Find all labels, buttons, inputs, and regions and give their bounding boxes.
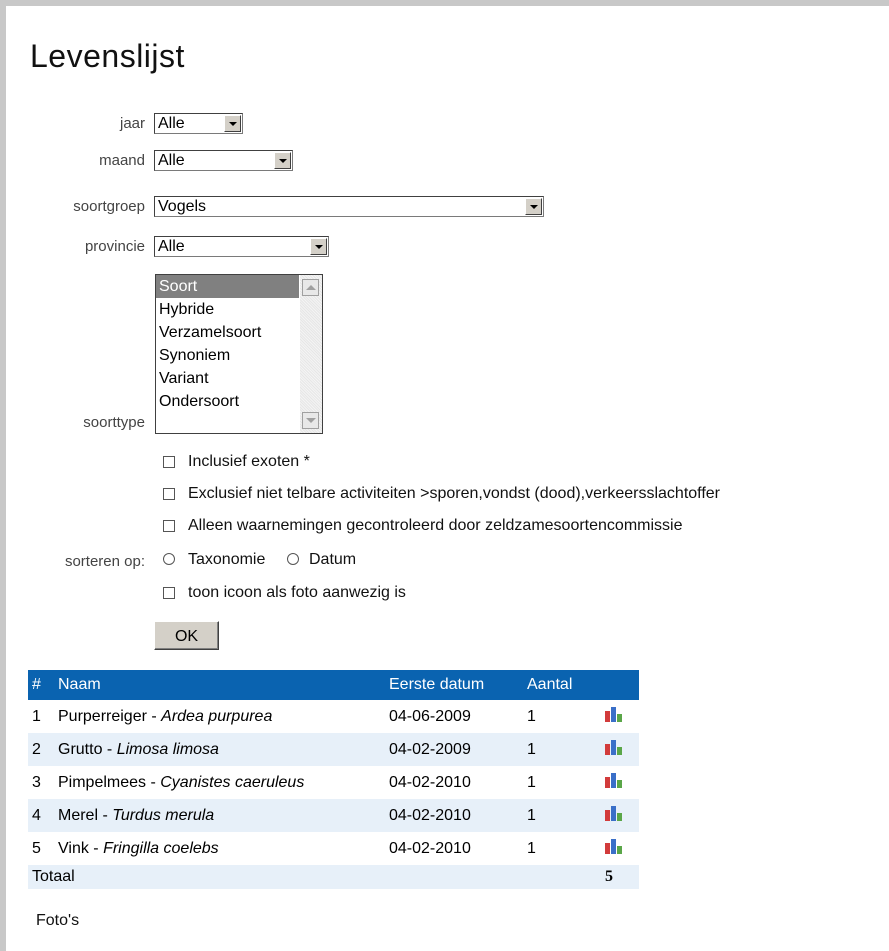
datum-radio[interactable] [287,553,299,565]
chart-icon[interactable] [605,838,623,854]
total-value: 5 [601,865,639,889]
row-num: 4 [28,799,54,832]
row-name[interactable]: Merel - Turdus merula [54,799,385,832]
chart-icon[interactable] [605,805,623,821]
header-eerste-datum[interactable]: Eerste datum [385,670,523,700]
header-num[interactable]: # [28,670,54,700]
maand-select[interactable]: Alle [154,150,293,171]
zeldzaam-label: Alleen waarnemingen gecontroleerd door z… [188,517,683,534]
fotos-heading: Foto's [36,912,80,929]
soorttype-option-ondersoort[interactable]: Ondersoort [156,390,299,413]
header-icon [601,670,639,700]
soortgroep-select-value: Vogels [158,198,207,215]
row-num: 1 [32,707,41,725]
soorttype-option-variant[interactable]: Variant [156,367,299,390]
chevron-down-icon[interactable] [274,152,291,169]
maand-select-value: Alle [158,152,185,169]
niet-telbaar-label: Exclusief niet telbare activiteiten >spo… [188,485,720,502]
row-name[interactable]: Grutto - Limosa limosa [54,733,385,766]
foto-icoon-label: toon icoon als foto aanwezig is [188,584,406,601]
common-name: Grutto - [58,740,117,758]
maand-label: maand [99,152,145,169]
soortgroep-label: soortgroep [73,198,145,215]
provincie-select-value: Alle [158,238,185,255]
chevron-down-icon[interactable] [525,198,542,215]
row-date: 04-02-2010 [389,773,471,791]
sorteren-label: sorteren op: [64,553,145,570]
soorttype-label: soorttype [83,414,145,431]
table-row: 1 Purperreiger - Ardea purpurea 04-06-20… [28,700,639,733]
table-total-row: Totaal 5 [28,865,639,889]
results-table: # Naam Eerste datum Aantal 1 Purperreige… [28,670,639,889]
common-name: Purperreiger - [58,707,162,725]
row-num: 2 [28,733,54,766]
row-count: 1 [527,839,536,857]
chevron-down-icon[interactable] [310,238,327,255]
soorttype-option-soort[interactable]: Soort [156,275,299,298]
row-num: 5 [32,839,41,857]
soortgroep-select[interactable]: Vogels [154,196,544,217]
zeldzaam-checkbox[interactable] [163,520,175,532]
page-title: Levenslijst [30,38,185,74]
scientific-name: Ardea purpurea [161,707,273,725]
row-name[interactable]: Pimpelmees - Cyanistes caeruleus [54,766,385,799]
datum-label: Datum [309,551,357,568]
table-row: 3 Pimpelmees - Cyanistes caeruleus 04-02… [28,766,639,799]
taxonomie-label: Taxonomie [188,551,266,568]
soorttype-listbox[interactable]: Soort Hybride Verzamelsoort Synoniem Var… [155,274,323,434]
exoten-checkbox[interactable] [163,456,175,468]
common-name: Vink - [58,839,104,857]
row-date: 04-02-2010 [385,799,523,832]
scroll-up-icon[interactable] [302,279,319,296]
chart-icon[interactable] [605,739,623,755]
exoten-label: Inclusief exoten * [188,453,310,470]
chart-icon[interactable] [605,706,623,722]
ok-button[interactable]: OK [154,621,219,650]
total-label-cell: Totaal [28,865,601,889]
common-name: Pimpelmees - [58,773,161,791]
chevron-down-icon[interactable] [224,115,241,132]
header-aantal[interactable]: Aantal [523,670,601,700]
scientific-name: Turdus merula [112,806,215,824]
scientific-name: Cyanistes caeruleus [160,773,305,791]
provincie-select[interactable]: Alle [154,236,329,257]
jaar-label: jaar [119,115,145,132]
table-row: 4 Merel - Turdus merula 04-02-2010 1 [28,799,639,832]
jaar-select-value: Alle [158,115,185,132]
soorttype-option-hybride[interactable]: Hybride [156,298,299,321]
total-label: Totaal [32,868,75,885]
foto-icoon-checkbox[interactable] [163,587,175,599]
jaar-select[interactable]: Alle [154,113,243,134]
niet-telbaar-checkbox[interactable] [163,488,175,500]
scroll-down-icon[interactable] [302,412,319,429]
table-row: 2 Grutto - Limosa limosa 04-02-2009 1 [28,733,639,766]
row-count: 1 [527,773,536,791]
row-date: 04-06-2009 [389,707,471,725]
scientific-name: Limosa limosa [116,740,219,758]
common-name: Merel - [58,806,113,824]
row-count: 1 [523,733,601,766]
row-name[interactable]: Purperreiger - Ardea purpurea [54,700,385,733]
row-date: 04-02-2009 [385,733,523,766]
table-header-row: # Naam Eerste datum Aantal [28,670,639,700]
listbox-scrollbar[interactable] [300,275,322,433]
header-naam[interactable]: Naam [54,670,385,700]
row-count: 1 [527,707,536,725]
row-name[interactable]: Vink - Fringilla coelebs [54,832,385,865]
row-num: 3 [32,773,41,791]
row-count: 1 [523,799,601,832]
soorttype-option-verzamelsoort[interactable]: Verzamelsoort [156,321,299,344]
chart-icon[interactable] [605,772,623,788]
table-row: 5 Vink - Fringilla coelebs 04-02-2010 1 [28,832,639,865]
row-date: 04-02-2010 [389,839,471,857]
scientific-name: Fringilla coelebs [103,839,219,857]
taxonomie-radio[interactable] [163,553,175,565]
soorttype-option-synoniem[interactable]: Synoniem [156,344,299,367]
provincie-label: provincie [84,238,145,255]
